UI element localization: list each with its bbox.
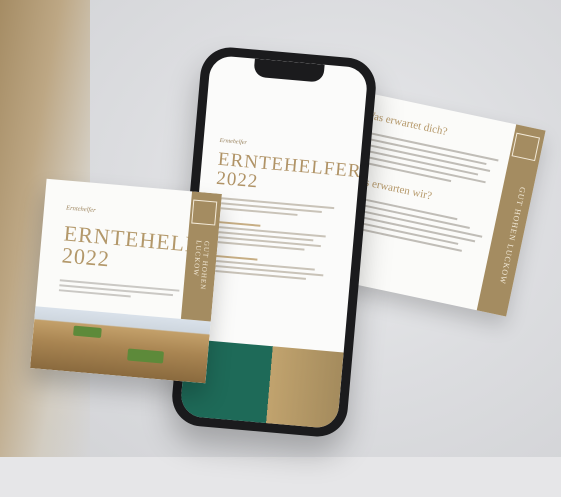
phone-notch [253, 58, 325, 83]
phone-title: ERNTEHELFER 2022 [215, 149, 362, 200]
combine-harvester [73, 325, 102, 339]
phone-text-block [208, 194, 335, 285]
card-left-side-text: GUT HOHEN LUCKOW [191, 239, 211, 291]
card-left: Erntehelfer ERNTEHELFER 2022 GUT HOHEN L… [30, 178, 222, 384]
estate-logo-icon [511, 132, 541, 162]
ground [0, 457, 561, 497]
combine-harvester [127, 348, 164, 364]
card-left-subtitle: Erntehelfer [65, 204, 96, 215]
estate-logo-icon [191, 199, 218, 226]
card-left-text-block [58, 276, 180, 304]
phone-subtitle: Erntehelfer [219, 137, 248, 147]
